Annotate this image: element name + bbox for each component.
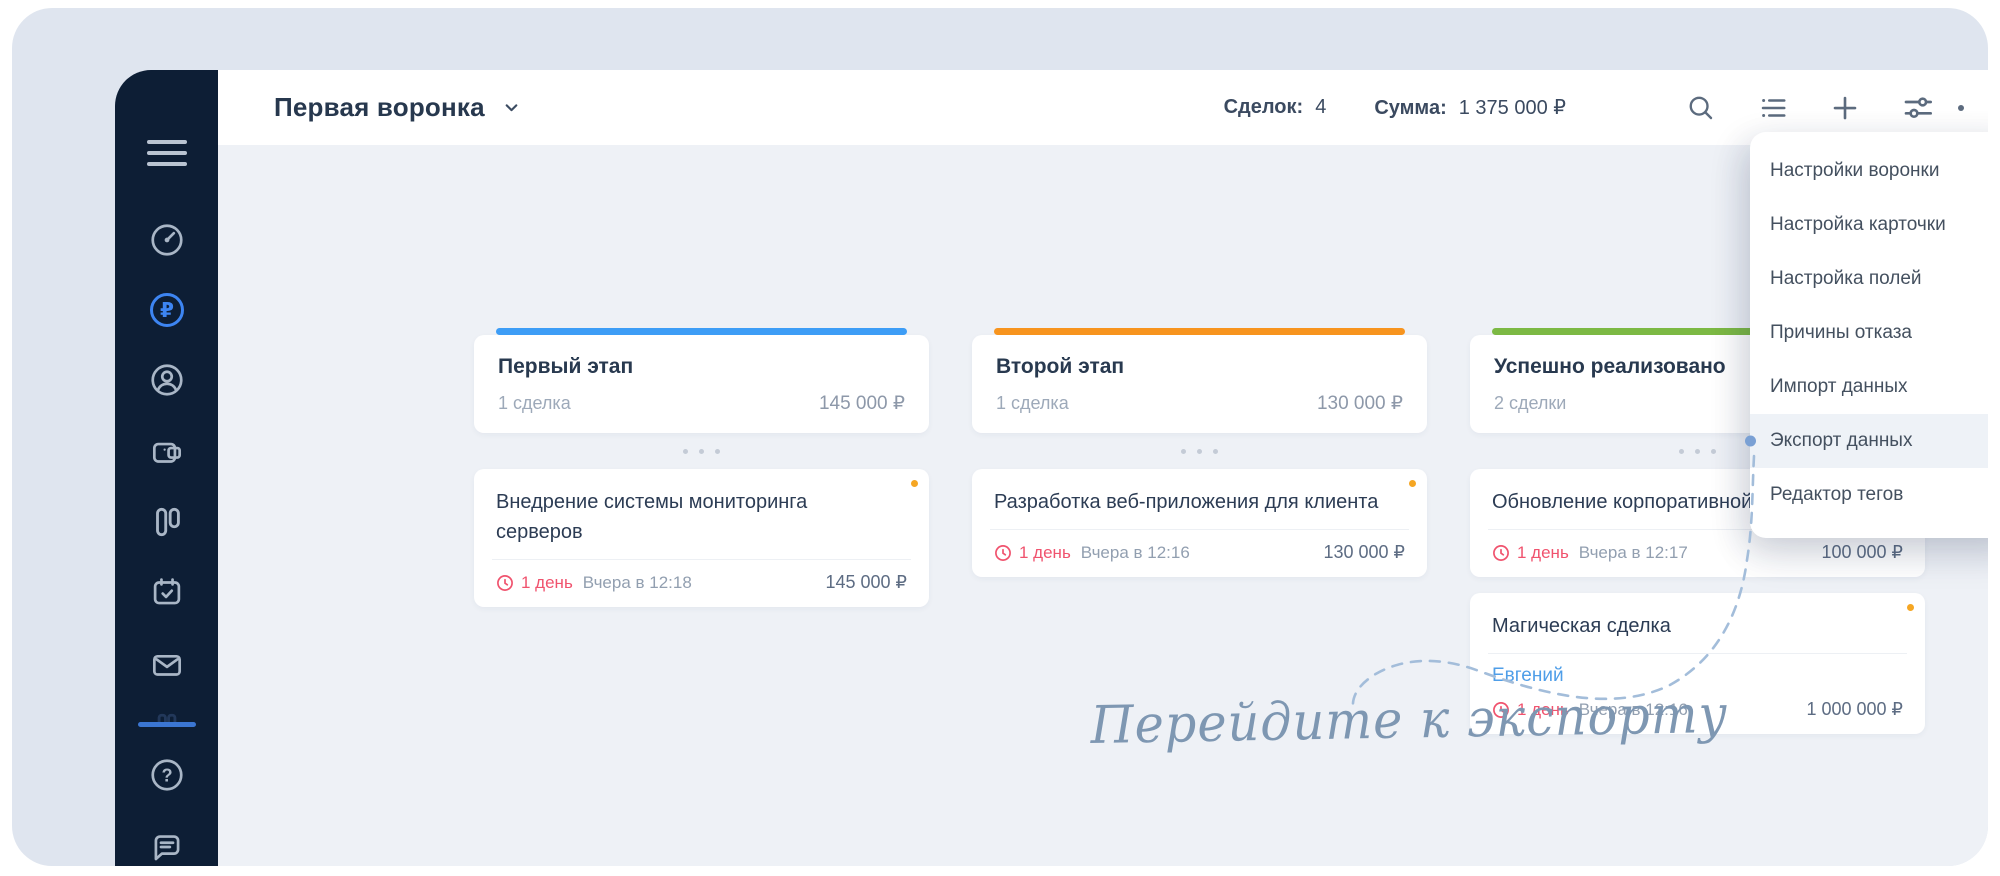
menu-item-refusal-reasons[interactable]: Причины отказа: [1750, 306, 1988, 360]
deal-amount: 100 000 ₽: [1821, 542, 1903, 562]
question-glyph: ?: [161, 765, 172, 785]
deal-duration: 1 день: [521, 572, 573, 592]
menu-toggle-button[interactable]: [146, 140, 187, 166]
column-deal-count: 1 сделка: [498, 393, 571, 413]
quick-add-dots[interactable]: [972, 433, 1427, 469]
kanban-column: Первый этап 1 сделка 145 000 ₽ Внедрение…: [474, 328, 929, 750]
column-header-card[interactable]: Второй этап 1 сделка 130 000 ₽: [972, 328, 1427, 433]
column-deal-count: 1 сделка: [996, 393, 1069, 413]
burger-line: [146, 151, 187, 155]
column-title: Первый этап: [498, 355, 634, 378]
column-header-card[interactable]: Первый этап 1 сделка 145 000 ₽: [474, 328, 929, 433]
stats-icon[interactable]: [145, 698, 189, 742]
overdue-clock-icon: [496, 574, 514, 592]
deal-title: Внедрение системы мониторинга серверов: [496, 491, 808, 543]
sum-value: 1 375 000 ₽: [1458, 97, 1566, 119]
funnel-title: Первая воронка: [274, 92, 485, 122]
column-amount: 130 000 ₽: [1316, 393, 1403, 414]
menu-item-import[interactable]: Импорт данных: [1750, 360, 1988, 414]
deal-title: Магическая сделка: [1492, 615, 1671, 637]
help-icon[interactable]: ?: [145, 753, 189, 797]
deal-card[interactable]: Внедрение системы мониторинга серверов 1…: [474, 469, 929, 607]
contacts-icon[interactable]: [145, 358, 189, 402]
funnel-selector-button[interactable]: [503, 99, 520, 116]
tag-dot: [911, 480, 918, 487]
column-amount: 145 000 ₽: [818, 393, 905, 414]
deals-count-stat: Сделок: 4: [1224, 96, 1327, 119]
tag-dot: [1409, 480, 1416, 487]
list-view-icon[interactable]: [1758, 93, 1788, 123]
sidebar: ₽ ?: [115, 70, 218, 866]
dashboard-icon[interactable]: [145, 218, 189, 262]
overdue-clock-icon: [1492, 544, 1510, 562]
deal-card[interactable]: Разработка веб-приложения для клиента 1 …: [972, 469, 1427, 577]
menu-item-funnel-settings[interactable]: Настройки воронки: [1750, 144, 1988, 198]
header-toolbar: [1686, 92, 1934, 124]
column-title: Второй этап: [996, 355, 1125, 378]
deal-timestamp: Вчера в 12:16: [1080, 542, 1190, 562]
active-section-indicator: [137, 722, 196, 727]
add-icon[interactable]: [1830, 93, 1860, 123]
search-icon[interactable]: [1686, 93, 1716, 123]
column-color-bar: [994, 328, 1405, 335]
funnel-settings-menu: Настройки воронки Настройка карточки Нас…: [1745, 132, 1988, 538]
deal-timestamp: Вчера в 12:18: [582, 572, 692, 592]
mail-icon[interactable]: [145, 643, 189, 687]
wallet-icon[interactable]: [145, 430, 189, 474]
deal-timestamp: Вчера в 12:17: [1578, 542, 1688, 562]
app-container: ₽ ? Первая воронка Сделок: 4 Сумма: 1 37…: [12, 8, 1988, 866]
menu-item-tag-editor[interactable]: Редактор тегов: [1750, 468, 1988, 522]
card-divider: [1488, 653, 1907, 654]
board-area: Первый этап 1 сделка 145 000 ₽ Внедрение…: [218, 145, 1988, 866]
deal-duration: 1 день: [1517, 542, 1569, 562]
chevron-down-icon: [505, 104, 518, 112]
tag-dot: [1907, 604, 1914, 611]
deals-icon[interactable]: ₽: [145, 288, 189, 332]
quick-add-dots[interactable]: [474, 433, 929, 469]
tasks-calendar-icon[interactable]: [145, 570, 189, 614]
more-menu-icon[interactable]: [1958, 104, 1964, 111]
filter-settings-icon[interactable]: [1902, 92, 1934, 124]
deal-duration: 1 день: [1019, 542, 1071, 562]
menu-item-label: Экспорт данных: [1770, 430, 1913, 451]
handwritten-annotation: Перейдите к экспорту: [1090, 684, 1729, 756]
sum-label: Сумма:: [1374, 97, 1447, 119]
column-deal-count: 2 сделки: [1494, 393, 1567, 413]
deal-amount: 145 000 ₽: [825, 572, 907, 592]
menu-item-field-settings[interactable]: Настройка полей: [1750, 252, 1988, 306]
deals-count-value: 4: [1315, 96, 1327, 118]
kanban-column: Второй этап 1 сделка 130 000 ₽ Разработк…: [972, 328, 1427, 750]
burger-line: [146, 140, 187, 144]
overdue-clock-icon: [994, 544, 1012, 562]
card-divider: [492, 559, 911, 560]
deal-amount: 1 000 000 ₽: [1806, 699, 1903, 719]
page-header: Первая воронка Сделок: 4 Сумма: 1 375 000 …: [218, 70, 1988, 145]
contact-link[interactable]: Евгений: [1492, 665, 1903, 687]
funnel-stats: Сделок: 4 Сумма: 1 375 000 ₽: [1224, 95, 1566, 120]
burger-line: [146, 162, 187, 166]
menu-item-card-settings[interactable]: Настройка карточки: [1750, 198, 1988, 252]
deal-title: Разработка веб-приложения для клиента: [994, 491, 1379, 513]
deals-count-label: Сделок:: [1223, 96, 1304, 118]
chat-icon[interactable]: [145, 825, 189, 866]
kanban-icon[interactable]: [145, 500, 189, 544]
menu-item-export[interactable]: Экспорт данных: [1745, 414, 1988, 468]
active-menu-dot: [1745, 435, 1756, 447]
column-color-bar: [496, 328, 907, 335]
card-divider: [990, 529, 1409, 530]
sum-stat: Сумма: 1 375 000 ₽: [1374, 95, 1566, 120]
ruble-glyph: ₽: [160, 300, 174, 322]
deal-amount: 130 000 ₽: [1323, 542, 1405, 562]
